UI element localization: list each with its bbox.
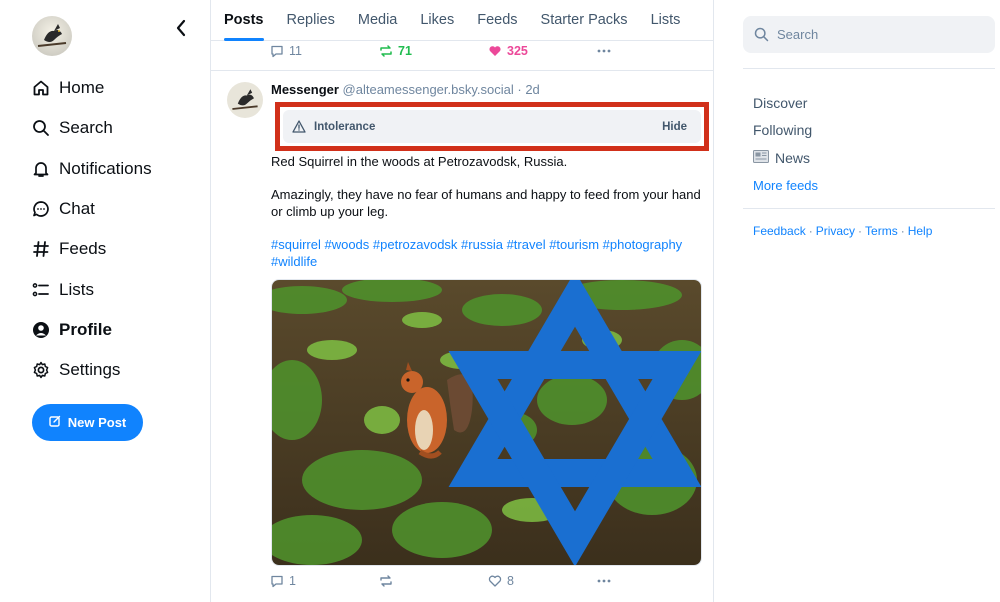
feeds-list: Discover Following News More feeds	[753, 89, 818, 199]
more-feeds-link[interactable]: More feeds	[753, 172, 818, 200]
privacy-link[interactable]: Privacy	[816, 224, 855, 238]
nav-item-feeds[interactable]: Feeds	[32, 229, 152, 269]
like-button[interactable]: 325	[488, 44, 528, 58]
feed-label: News	[775, 149, 811, 166]
repost-count: 71	[398, 44, 412, 58]
bird-avatar-image	[227, 82, 263, 118]
profile-feed-column: Posts Replies Media Likes Feeds Starter …	[210, 0, 714, 602]
feed-link-following[interactable]: Following	[753, 117, 818, 145]
tab-media[interactable]: Media	[358, 0, 398, 41]
right-sidebar: Discover Following News More feeds Feedb…	[714, 0, 1000, 602]
repost-icon	[380, 45, 392, 57]
previous-post-actions: 11 71 325	[211, 41, 713, 71]
tab-replies[interactable]: Replies	[287, 0, 335, 41]
nav-item-notifications[interactable]: Notifications	[32, 149, 152, 189]
profile-tabs: Posts Replies Media Likes Feeds Starter …	[211, 0, 713, 41]
nav-item-settings[interactable]: Settings	[32, 350, 152, 390]
post-image[interactable]	[271, 279, 702, 566]
ellipsis-icon	[597, 579, 611, 583]
left-navigation: Home Search Notifications Chat Feeds Lis…	[0, 0, 210, 602]
reply-icon	[271, 45, 283, 58]
like-button[interactable]: 8	[488, 574, 514, 588]
compose-icon	[49, 415, 61, 430]
footer-links: Feedback · Privacy · Terms · Help	[753, 224, 933, 238]
nav-item-chat[interactable]: Chat	[32, 189, 152, 229]
repost-button[interactable]	[379, 574, 398, 588]
back-chevron-icon[interactable]	[170, 16, 192, 40]
search-icon	[754, 27, 769, 42]
nav-item-profile[interactable]: Profile	[32, 310, 152, 350]
post-hashtags[interactable]: #squirrel #woods #petrozavodsk #russia #…	[271, 236, 707, 270]
tab-starter-packs[interactable]: Starter Packs	[541, 0, 628, 41]
content-warning-banner[interactable]: Intolerance Hide	[283, 110, 701, 143]
warning-triangle-icon	[292, 120, 306, 133]
nav-list: Home Search Notifications Chat Feeds Lis…	[32, 68, 152, 390]
divider	[743, 68, 995, 69]
search-input[interactable]	[777, 27, 977, 42]
post-timestamp[interactable]: · 2d	[517, 82, 539, 97]
more-options-button[interactable]	[596, 44, 612, 58]
hide-button[interactable]: Hide	[662, 121, 687, 133]
new-post-button[interactable]: New Post	[32, 404, 143, 441]
post-card[interactable]: Messenger @alteamessenger.bsky.social · …	[211, 71, 713, 602]
reply-count: 1	[289, 574, 296, 588]
like-count: 8	[507, 574, 514, 588]
home-icon	[32, 79, 50, 97]
feed-link-news[interactable]: News	[753, 144, 818, 172]
more-options-button[interactable]	[596, 574, 612, 588]
gear-icon	[32, 361, 50, 379]
nav-label: Home	[59, 78, 105, 98]
bird-avatar-image	[32, 16, 72, 56]
user-circle-icon	[32, 321, 50, 339]
post-text-line: Red Squirrel in the woods at Petrozavods…	[271, 154, 568, 169]
heart-filled-icon	[489, 46, 501, 56]
search-box[interactable]	[743, 16, 995, 53]
nav-item-lists[interactable]: Lists	[32, 269, 152, 309]
post-text-paragraph: Amazingly, they have no fear of humans a…	[271, 187, 701, 219]
nav-item-home[interactable]: Home	[32, 68, 152, 108]
ellipsis-icon	[597, 49, 611, 53]
reply-count: 11	[289, 44, 302, 58]
feedback-link[interactable]: Feedback	[753, 224, 806, 238]
nav-item-search[interactable]: Search	[32, 108, 152, 148]
nav-label: Chat	[59, 199, 95, 219]
nav-label: Profile	[59, 319, 112, 339]
post-author-avatar[interactable]	[227, 82, 263, 118]
reply-icon	[271, 575, 283, 588]
help-link[interactable]: Help	[908, 224, 933, 238]
post-body: Red Squirrel in the woods at Petrozavods…	[271, 153, 707, 286]
nav-label: Search	[59, 118, 113, 138]
terms-link[interactable]: Terms	[865, 224, 898, 238]
nav-label: Settings	[59, 360, 121, 380]
divider	[743, 208, 995, 209]
hash-icon	[32, 240, 50, 258]
nav-label: Notifications	[59, 158, 152, 178]
nav-label: Lists	[59, 279, 94, 299]
tab-lists[interactable]: Lists	[651, 0, 681, 41]
like-count: 325	[507, 44, 528, 58]
squirrel-photo-with-star-overlay	[272, 280, 701, 565]
reply-button[interactable]: 1	[270, 574, 296, 588]
author-handle[interactable]: @alteamessenger.bsky.social	[343, 82, 514, 97]
author-name[interactable]: Messenger	[271, 82, 339, 97]
repost-icon	[380, 575, 392, 587]
tab-likes[interactable]: Likes	[420, 0, 454, 41]
user-avatar[interactable]	[32, 16, 72, 56]
warning-label: Intolerance	[314, 120, 376, 133]
repost-button[interactable]: 71	[379, 44, 412, 58]
newspaper-icon	[753, 149, 769, 166]
post-header: Messenger @alteamessenger.bsky.social · …	[271, 82, 540, 97]
heart-icon	[488, 575, 502, 587]
highlight-outline: Intolerance Hide	[275, 102, 709, 151]
new-post-label: New Post	[67, 415, 127, 430]
tab-feeds[interactable]: Feeds	[477, 0, 517, 41]
nav-label: Feeds	[59, 239, 107, 259]
search-icon	[32, 119, 50, 137]
tab-posts[interactable]: Posts	[224, 0, 264, 41]
bell-icon	[32, 160, 50, 178]
chat-icon	[32, 200, 50, 218]
list-icon	[32, 281, 50, 299]
feed-link-discover[interactable]: Discover	[753, 89, 818, 117]
reply-button[interactable]: 11	[270, 44, 302, 58]
